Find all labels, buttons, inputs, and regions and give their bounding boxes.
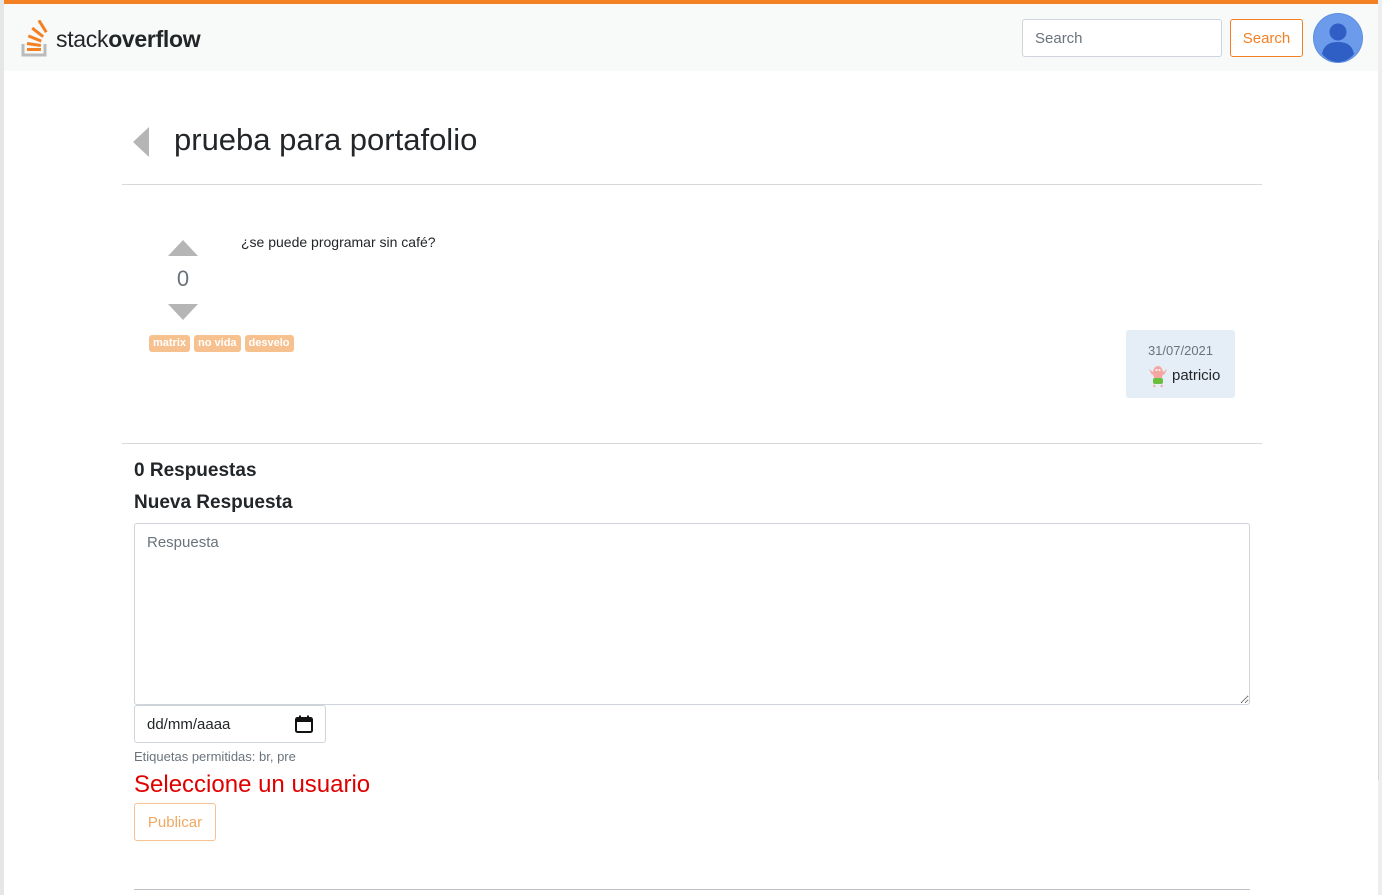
vote-count: 0 [176, 266, 190, 291]
logo-text-bold: overflow [108, 25, 201, 52]
triangle-down-icon[interactable] [168, 304, 198, 320]
author-avatar-icon [1149, 366, 1167, 387]
search-input[interactable] [1022, 19, 1222, 57]
logo-text-light: stack [56, 25, 109, 52]
publish-button[interactable]: Publicar [134, 803, 216, 841]
author-name: patricio [1172, 366, 1221, 384]
top-bar: stackoverflow Search [4, 0, 1378, 71]
scrollbar-track[interactable] [1378, 240, 1382, 780]
new-answer-title: Nueva Respuesta [134, 492, 293, 513]
select-user-error: Seleccione un usuario [134, 771, 371, 798]
tag-list: matrix no vida desvelo [149, 335, 294, 352]
title-divider [122, 184, 1262, 185]
allowed-tags-hint: Etiquetas permitidas: br, pre [134, 749, 296, 764]
bottom-divider [134, 889, 1250, 890]
window-left-edge [0, 0, 4, 895]
date-placeholder: dd/mm/aaaa [147, 715, 231, 733]
tag[interactable]: no vida [194, 335, 241, 352]
site-logo[interactable]: stackoverflow [20, 19, 201, 59]
stackoverflow-logo-icon [21, 20, 48, 57]
date-input[interactable]: dd/mm/aaaa [134, 705, 326, 743]
calendar-icon[interactable] [295, 715, 313, 733]
question-title: prueba para portafolio [174, 122, 478, 157]
author-card: 31/07/2021 patricio [1126, 330, 1235, 398]
tag[interactable]: desvelo [244, 335, 294, 352]
post-date: 31/07/2021 [1147, 343, 1214, 358]
answer-textarea[interactable] [134, 523, 1250, 705]
tag[interactable]: matrix [149, 335, 191, 352]
user-avatar-icon[interactable] [1313, 13, 1363, 63]
search-button[interactable]: Search [1230, 19, 1303, 57]
logo-text: stackoverflow [56, 25, 201, 53]
triangle-up-icon[interactable] [168, 240, 198, 256]
answers-count: 0 Respuestas [134, 460, 257, 481]
question-body: ¿se puede programar sin café? [241, 234, 436, 250]
author-row[interactable]: patricio [1146, 363, 1220, 387]
caret-left-icon[interactable] [133, 127, 149, 157]
question-divider [122, 443, 1262, 444]
